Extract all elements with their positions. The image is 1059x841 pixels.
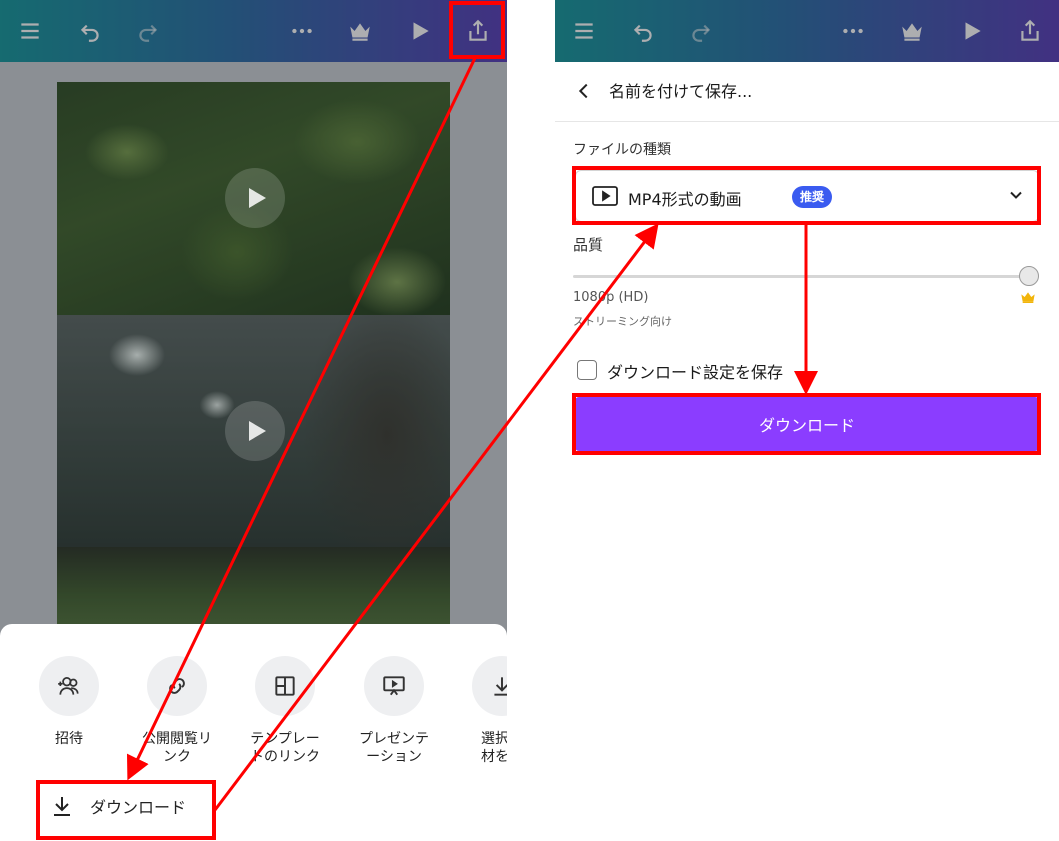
share-icon[interactable] xyxy=(462,15,494,47)
video-clip-plants[interactable] xyxy=(57,82,450,315)
play-icon[interactable] xyxy=(956,15,988,47)
download-option[interactable]: ダウンロード xyxy=(50,794,186,818)
share-item-public-link[interactable]: 公開閲覧リ ンク xyxy=(127,656,227,766)
back-arrow-icon[interactable] xyxy=(573,77,595,105)
quality-slider-thumb[interactable] xyxy=(1019,266,1039,286)
crown-icon[interactable] xyxy=(344,15,376,47)
share-item-label: プレゼンテ ーション xyxy=(359,731,429,765)
chevron-down-icon[interactable] xyxy=(1006,185,1026,205)
share-item-label: 公開閲覧リ ンク xyxy=(142,731,212,765)
download-icon xyxy=(54,797,70,816)
quality-label: 品質 xyxy=(573,236,604,254)
crown-icon[interactable] xyxy=(896,15,928,47)
recommended-badge: 推奨 xyxy=(792,186,833,208)
template-icon xyxy=(255,656,315,716)
left-screen: 招待 公開閲覧リ ンク テンプレー トのリンク プレゼンテ ーション 選択し 材… xyxy=(0,0,507,841)
premium-crown-icon xyxy=(1021,292,1035,303)
share-sheet: 招待 公開閲覧リ ンク テンプレー トのリンク プレゼンテ ーション 選択し 材… xyxy=(0,624,507,841)
save-dialog-header: 名前を付けて保存... xyxy=(555,62,1059,122)
redo-icon[interactable] xyxy=(685,15,717,47)
menu-icon[interactable] xyxy=(568,15,600,47)
menu-icon[interactable] xyxy=(14,15,46,47)
redo-icon[interactable] xyxy=(132,15,164,47)
link-icon xyxy=(147,656,207,716)
file-type-value: MP4形式の動画 xyxy=(628,190,742,209)
file-type-select[interactable]: MP4形式の動画 推奨 xyxy=(575,170,1039,222)
download-button[interactable]: ダウンロード xyxy=(575,397,1039,451)
undo-icon[interactable] xyxy=(74,15,106,47)
present-icon xyxy=(364,656,424,716)
right-screen: 名前を付けて保存... ファイルの種類 MP4形式の動画 推奨 品質 1080p… xyxy=(555,0,1059,841)
more-icon[interactable] xyxy=(837,15,869,47)
download-selected-icon xyxy=(472,656,507,716)
more-icon[interactable] xyxy=(286,15,318,47)
share-item-presentation[interactable]: プレゼンテ ーション xyxy=(344,656,444,766)
video-clip-fence[interactable] xyxy=(57,547,450,627)
top-toolbar xyxy=(0,0,507,62)
quality-value: 1080p (HD) xyxy=(573,290,649,305)
undo-icon[interactable] xyxy=(627,15,659,47)
play-icon[interactable] xyxy=(404,15,436,47)
save-settings-label: ダウンロード設定を保存 xyxy=(607,363,784,382)
share-item-template-link[interactable]: テンプレー トのリンク xyxy=(235,656,335,766)
file-type-label: ファイルの種類 xyxy=(573,142,671,158)
share-item-label: テンプレー トのリンク xyxy=(250,731,320,765)
share-item-label: 選択し 材をダ xyxy=(481,731,507,765)
download-option-label: ダウンロード xyxy=(90,798,187,817)
video-clip-water[interactable] xyxy=(57,315,450,547)
save-dialog-title: 名前を付けて保存... xyxy=(609,82,753,101)
share-item-label: 招待 xyxy=(55,731,83,747)
play-overlay-icon[interactable] xyxy=(225,168,285,228)
top-toolbar xyxy=(555,0,1059,62)
share-item-download-selected[interactable]: 選択し 材をダ xyxy=(452,656,507,766)
share-item-invite[interactable]: 招待 xyxy=(19,656,119,748)
invite-icon xyxy=(39,656,99,716)
video-file-icon xyxy=(592,186,618,206)
play-overlay-icon[interactable] xyxy=(225,401,285,461)
share-icon[interactable] xyxy=(1014,15,1046,47)
quality-slider-track[interactable] xyxy=(573,275,1039,278)
save-settings-checkbox[interactable] xyxy=(577,360,597,380)
quality-note: ストリーミング向け xyxy=(573,315,672,328)
